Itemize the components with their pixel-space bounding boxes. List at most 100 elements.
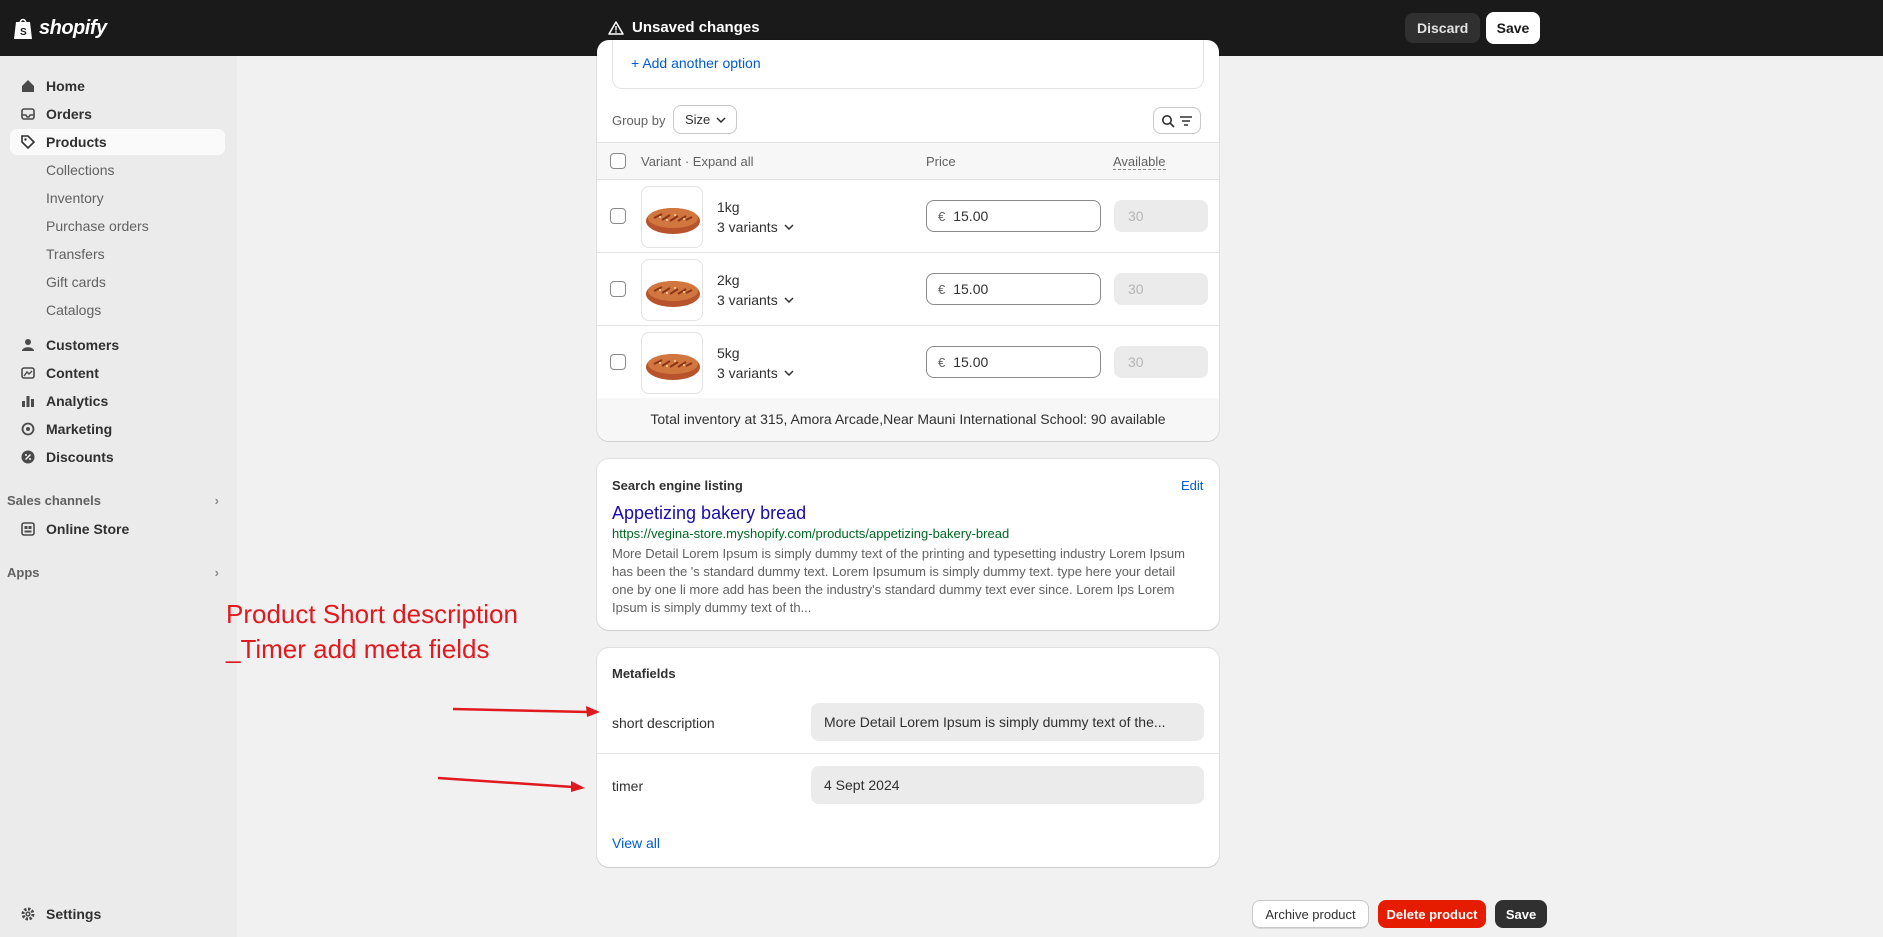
shopify-logo[interactable]: S shopify [12,16,107,40]
chevron-down-icon [784,370,794,376]
row-checkbox[interactable] [610,208,626,224]
price-value: 15.00 [953,281,989,297]
product-thumbnail[interactable] [641,332,703,394]
variants-expander[interactable]: 3 variants [717,292,794,308]
sidebar-item-home[interactable]: Home [10,73,225,99]
apps-section[interactable]: Apps › [7,565,219,580]
currency-symbol: € [938,354,946,370]
variant-name: 2kg [717,272,740,288]
sidebar-subitem-inventory[interactable]: Inventory [46,190,104,206]
sidebar-item-products[interactable]: Products [10,129,225,155]
chevron-down-icon [784,224,794,230]
seo-card-title: Search engine listing [612,478,743,493]
store-icon [20,521,36,537]
sidebar-item-marketing[interactable]: Marketing [10,416,225,442]
chevron-right-icon: › [214,565,219,580]
sidebar-item-analytics[interactable]: Analytics [10,388,225,414]
tag-icon [20,134,36,150]
add-another-option-link[interactable]: + Add another option [631,55,761,71]
save-button-bottom[interactable]: Save [1495,900,1547,928]
product-thumbnail[interactable] [641,259,703,321]
group-by-value: Size [685,112,711,127]
sidebar-item-orders[interactable]: Orders [10,101,225,127]
brand-name: shopify [39,16,107,39]
variant-count: 3 variants [717,365,778,381]
shopify-bag-icon: S [14,18,32,39]
sidebar: Home Orders Products Collections Invento… [0,56,237,937]
discard-button[interactable]: Discard [1405,13,1481,43]
sidebar-subitem-purchase-orders[interactable]: Purchase orders [46,218,149,234]
variants-expander[interactable]: 3 variants [717,219,794,235]
sidebar-item-online-store[interactable]: Online Store [10,516,225,542]
sales-channels-label: Sales channels [7,493,101,508]
select-all-checkbox[interactable] [610,153,626,169]
timer-field[interactable]: 4 Sept 2024 [811,766,1204,804]
total-inventory: Total inventory at 315, Amora Arcade,Nea… [597,398,1219,441]
seo-url: https://vegina-store.myshopify.com/produ… [612,526,1010,541]
sidebar-item-label: Orders [46,106,92,122]
sidebar-item-label: Discounts [46,449,114,465]
seo-edit-link[interactable]: Edit [1181,478,1203,493]
price-input[interactable]: € 15.00 [926,346,1101,378]
unsaved-changes-status: Unsaved changes [608,19,760,36]
sales-channels-section[interactable]: Sales channels › [7,493,219,508]
person-icon [20,337,36,353]
table-row[interactable]: 5kg 3 variants € 15.00 30 [597,326,1219,399]
variants-table-header: Variant · Expand all Price Available [597,142,1219,180]
delete-product-button[interactable]: Delete product [1378,900,1486,928]
variant-name: 1kg [717,199,740,215]
variants-expander[interactable]: 3 variants [717,365,794,381]
sidebar-subitem-gift-cards[interactable]: Gift cards [46,274,106,290]
view-all-link[interactable]: View all [612,835,660,851]
table-row[interactable]: 2kg 3 variants € 15.00 30 [597,253,1219,326]
seo-description: More Detail Lorem Ipsum is simply dummy … [612,546,1185,615]
sidebar-item-discounts[interactable]: Discounts [10,444,225,470]
variant-name: 5kg [717,345,740,361]
row-checkbox[interactable] [610,354,626,370]
currency-symbol: € [938,208,946,224]
divider [597,753,1219,754]
sidebar-item-content[interactable]: Content [10,360,225,386]
archive-product-button[interactable]: Archive product [1252,900,1369,928]
search-icon [1162,114,1175,128]
target-icon [20,421,36,437]
metafields-title: Metafields [612,666,676,681]
bar-chart-icon [20,393,36,409]
chevron-down-icon [784,297,794,303]
sidebar-subitem-catalogs[interactable]: Catalogs [46,302,101,318]
search-filter-button[interactable] [1153,107,1201,134]
sidebar-item-label: Customers [46,337,120,353]
plus-icon: + [631,55,640,71]
column-variant[interactable]: Variant · Expand all [641,154,754,169]
sidebar-item-label: Home [46,78,85,94]
filter-icon [1180,115,1192,126]
arrow-timer [437,776,585,792]
metafields-card: Metafields short description More Detail… [597,648,1219,867]
price-input[interactable]: € 15.00 [926,273,1101,305]
row-checkbox[interactable] [610,281,626,297]
options-box: + Add another option [612,40,1204,89]
bread-image [646,208,700,234]
column-available: Available [1113,154,1166,170]
warning-icon [608,20,624,35]
apps-label: Apps [7,565,40,580]
price-input[interactable]: € 15.00 [926,200,1101,232]
available-input: 30 [1114,273,1208,305]
annotation-line-1: Product Short description [226,599,518,629]
table-row[interactable]: 1kg 3 variants € 15.00 30 [597,180,1219,253]
sidebar-subitem-collections[interactable]: Collections [46,162,114,178]
arrow-short-description [452,706,600,717]
sidebar-item-settings[interactable]: Settings [10,901,225,927]
sidebar-subitem-transfers[interactable]: Transfers [46,246,105,262]
group-by-select[interactable]: Size [673,105,737,134]
chevron-down-icon [716,116,726,123]
product-thumbnail[interactable] [641,186,703,248]
short-description-field[interactable]: More Detail Lorem Ipsum is simply dummy … [811,703,1204,741]
save-button-top[interactable]: Save [1486,12,1540,44]
sidebar-item-label: Content [46,365,99,381]
price-value: 15.00 [953,354,989,370]
sidebar-item-customers[interactable]: Customers [10,332,225,358]
currency-symbol: € [938,281,946,297]
available-input: 30 [1114,346,1208,378]
unsaved-changes-text: Unsaved changes [632,19,760,36]
